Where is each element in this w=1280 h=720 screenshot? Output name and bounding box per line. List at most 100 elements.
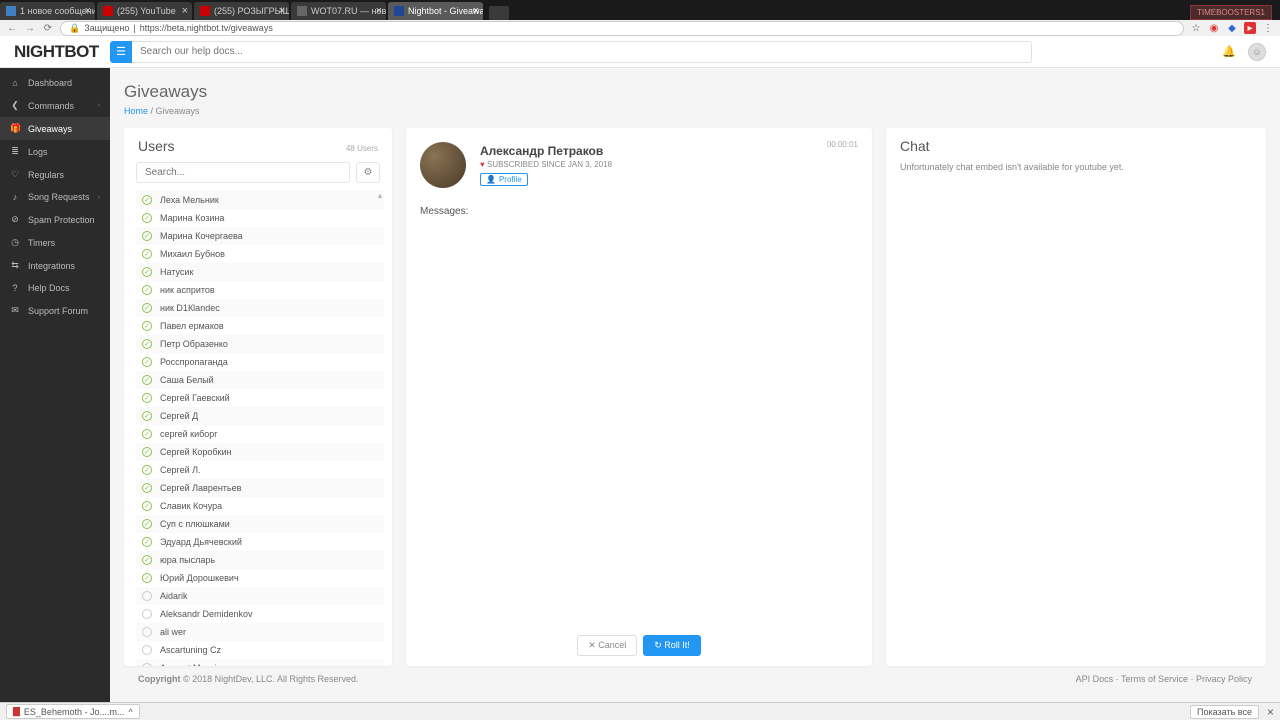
user-row[interactable]: ✓Саша Белый bbox=[136, 371, 384, 389]
sidebar-item-help-docs[interactable]: ?Help Docs bbox=[0, 277, 110, 299]
eligible-icon: ✓ bbox=[142, 429, 152, 439]
chat-message: Unfortunately chat embed isn't available… bbox=[886, 162, 1266, 172]
ineligible-icon bbox=[142, 645, 152, 655]
browser-tab-strip: 1 новое сообщение×(255) YouTube×(255) РО… bbox=[0, 0, 1280, 20]
new-tab-button[interactable] bbox=[489, 6, 509, 20]
browser-tab[interactable]: Nightbot - Giveaways× bbox=[388, 2, 483, 20]
user-row[interactable]: ✓Юрий Дорошкевич bbox=[136, 569, 384, 587]
menu-icon[interactable]: ⋮ bbox=[1262, 22, 1274, 34]
show-all-downloads[interactable]: Показать все bbox=[1190, 705, 1259, 719]
user-row[interactable]: ✓Сергей Гаевский bbox=[136, 389, 384, 407]
user-avatar[interactable]: ☺ bbox=[1248, 43, 1266, 61]
user-row[interactable]: ✓ник D1Кlandес bbox=[136, 299, 384, 317]
user-row[interactable]: ✓юра пысларь bbox=[136, 551, 384, 569]
browser-tab[interactable]: WOT07.RU — новый с...× bbox=[291, 2, 386, 20]
eligible-icon: ✓ bbox=[142, 285, 152, 295]
browser-tab[interactable]: 1 новое сообщение× bbox=[0, 2, 95, 20]
file-icon: ▇ bbox=[13, 706, 20, 717]
user-row[interactable]: ✓Росспропаганда bbox=[136, 353, 384, 371]
close-tab-icon[interactable]: × bbox=[85, 5, 91, 17]
back-button[interactable]: ← bbox=[6, 23, 18, 34]
users-settings-button[interactable]: ⚙ bbox=[356, 162, 380, 183]
user-row[interactable]: ✓Марина Кочергаева bbox=[136, 227, 384, 245]
user-row[interactable]: ali wer bbox=[136, 623, 384, 641]
chat-title: Chat bbox=[900, 138, 930, 154]
favicon-icon bbox=[297, 6, 307, 16]
eligible-icon: ✓ bbox=[142, 375, 152, 385]
sidebar-item-integrations[interactable]: ⇆Integrations bbox=[0, 254, 110, 277]
user-row[interactable]: ✓Михаил Бубнов bbox=[136, 245, 384, 263]
winner-subscribed: ♥ SUBSCRIBED SINCE JAN 3, 2018 bbox=[480, 160, 612, 169]
user-row[interactable]: ✓Сергей Л. bbox=[136, 461, 384, 479]
sidebar-item-spam-protection[interactable]: ⊘Spam Protection bbox=[0, 208, 110, 231]
users-panel: Users 48 Users ⚙ ▴ ✓Леха Мельник✓Марина … bbox=[124, 128, 392, 666]
user-row[interactable]: ✓Леха Мельник bbox=[136, 191, 384, 209]
roll-button[interactable]: ↻ Roll It! bbox=[643, 635, 701, 656]
user-row[interactable]: ✓Эдуард Дьячевский bbox=[136, 533, 384, 551]
user-row[interactable]: ✓Сергей Коробкин bbox=[136, 443, 384, 461]
ext-play-icon[interactable]: ▸ bbox=[1244, 22, 1256, 34]
chevron-right-icon: › bbox=[98, 194, 100, 201]
eligible-icon: ✓ bbox=[142, 267, 152, 277]
user-row[interactable]: Aleksandr Demidenkov bbox=[136, 605, 384, 623]
nav-icon: ✉ bbox=[10, 305, 20, 316]
url-field[interactable]: 🔒 Защищено | https://beta.nightbot.tv/gi… bbox=[60, 21, 1184, 36]
nav-icon: 🎁 bbox=[10, 123, 20, 134]
user-row[interactable]: ✓ник аспритов bbox=[136, 281, 384, 299]
sidebar-item-commands[interactable]: ❮Commands› bbox=[0, 94, 110, 117]
user-row[interactable]: ✓Сергей Д bbox=[136, 407, 384, 425]
user-row[interactable]: ✓сергей киборг bbox=[136, 425, 384, 443]
sidebar-item-giveaways[interactable]: 🎁Giveaways bbox=[0, 117, 110, 140]
user-row[interactable]: Aidarik bbox=[136, 587, 384, 605]
forward-button[interactable]: → bbox=[24, 23, 36, 34]
star-icon[interactable]: ☆ bbox=[1190, 22, 1202, 34]
sidebar-item-timers[interactable]: ◷Timers bbox=[0, 231, 110, 254]
nav-icon: ♪ bbox=[10, 192, 20, 202]
cancel-button[interactable]: ✕ Cancel bbox=[577, 635, 637, 656]
users-list[interactable]: ▴ ✓Леха Мельник✓Марина Козина✓Марина Коч… bbox=[124, 191, 392, 666]
user-row[interactable]: ✓Марина Козина bbox=[136, 209, 384, 227]
sidebar-item-dashboard[interactable]: ⌂Dashboard bbox=[0, 72, 110, 94]
profile-button[interactable]: 👤Profile bbox=[480, 173, 528, 186]
eligible-icon: ✓ bbox=[142, 573, 152, 583]
nav-icon: ⊘ bbox=[10, 214, 20, 225]
ext-red-icon[interactable]: ◉ bbox=[1208, 22, 1220, 34]
gear-icon: ⚙ bbox=[364, 167, 373, 178]
timer: 00:00:01 bbox=[827, 140, 858, 149]
download-item[interactable]: ▇ ES_Behemoth - Jo....m... ^ bbox=[6, 704, 140, 719]
browser-tab[interactable]: (255) РОЗЫГРЫШ ГОЛ...× bbox=[194, 2, 289, 20]
user-row[interactable]: ✓Суп с плюшками bbox=[136, 515, 384, 533]
nav-icon: ⌂ bbox=[10, 78, 20, 88]
help-search-input[interactable] bbox=[132, 41, 1032, 63]
favicon-icon bbox=[200, 6, 210, 16]
ext-blue-icon[interactable]: ◆ bbox=[1226, 22, 1238, 34]
sidebar-item-regulars[interactable]: ♡Regulars bbox=[0, 163, 110, 186]
users-search-input[interactable] bbox=[136, 162, 350, 183]
notifications-icon[interactable]: 🔔 bbox=[1222, 45, 1236, 58]
close-downloads-bar[interactable]: × bbox=[1267, 705, 1274, 719]
close-tab-icon[interactable]: × bbox=[279, 5, 285, 17]
close-tab-icon[interactable]: × bbox=[182, 5, 188, 17]
breadcrumb-home[interactable]: Home bbox=[124, 106, 148, 116]
close-tab-icon[interactable]: × bbox=[473, 5, 479, 17]
eligible-icon: ✓ bbox=[142, 411, 152, 421]
eligible-icon: ✓ bbox=[142, 249, 152, 259]
ineligible-icon bbox=[142, 627, 152, 637]
user-row[interactable]: ✓Павел ермаков bbox=[136, 317, 384, 335]
close-tab-icon[interactable]: × bbox=[376, 5, 382, 17]
user-row[interactable]: Azamat Mussin bbox=[136, 659, 384, 666]
browser-tab[interactable]: (255) YouTube× bbox=[97, 2, 192, 20]
user-icon: 👤 bbox=[486, 175, 496, 184]
sidebar-item-logs[interactable]: ≣Logs bbox=[0, 140, 110, 163]
user-row[interactable]: ✓Сергей Лаврентьев bbox=[136, 479, 384, 497]
eligible-icon: ✓ bbox=[142, 357, 152, 367]
user-row[interactable]: ✓Натусик bbox=[136, 263, 384, 281]
user-row[interactable]: ✓Петр Образенко bbox=[136, 335, 384, 353]
user-row[interactable]: Ascartuning Cz bbox=[136, 641, 384, 659]
search-icon[interactable]: ☰ bbox=[110, 41, 132, 63]
footer-links[interactable]: API Docs · Terms of Service · Privacy Po… bbox=[1076, 674, 1252, 684]
reload-button[interactable]: ⟳ bbox=[42, 23, 54, 34]
user-row[interactable]: ✓Славик Кочура bbox=[136, 497, 384, 515]
sidebar-item-support-forum[interactable]: ✉Support Forum bbox=[0, 299, 110, 322]
sidebar-item-song-requests[interactable]: ♪Song Requests› bbox=[0, 186, 110, 208]
